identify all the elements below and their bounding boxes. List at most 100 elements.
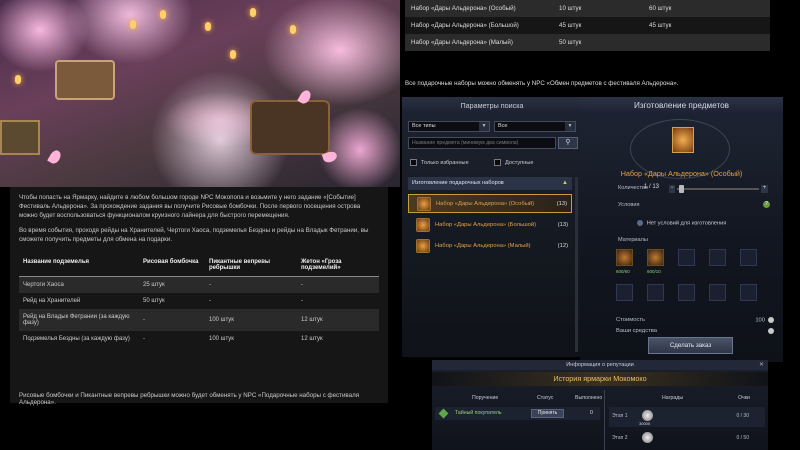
empty-slot: [740, 284, 757, 301]
second-select-value: Все: [498, 123, 508, 129]
checkbox-box: [410, 159, 417, 166]
cell: -: [143, 336, 145, 342]
chevron-up-icon: ▲: [562, 180, 568, 186]
cell: 25 штук: [139, 276, 205, 293]
no-conditions-text: Нет условий для изготовления: [646, 220, 727, 227]
coin-icon: [642, 432, 653, 443]
quantity-stepper[interactable]: 1 / 13 − +: [644, 184, 769, 194]
gift-box-icon: [416, 217, 430, 232]
chevron-down-icon: ▼: [565, 122, 575, 131]
paragraph-quest: Чтобы попасть на Ярмарку, найдите в любо…: [19, 194, 361, 219]
table-row: Рейд на Хранителей 50 штук - -: [19, 293, 379, 309]
lantern: [250, 8, 256, 17]
table-row: Набор «Дары Альдерона» (Большой) 45 штук…: [405, 17, 770, 34]
col-rice-bomb: Рисовая бомбочка: [139, 254, 205, 277]
market-stall: [55, 60, 115, 100]
cell: -: [205, 276, 297, 293]
material-amount: 600/10: [647, 269, 661, 274]
empty-slot: [678, 249, 695, 266]
recipe-name: Набор «Дары Альдерона» (Особый): [436, 200, 535, 207]
cell: 12 штук: [297, 309, 379, 331]
quantity-value: 1 / 13: [644, 184, 660, 190]
table-row: Набор «Дары Альдерона» (Малый) 50 штук: [405, 34, 770, 51]
only-favorites-label: Только избранные: [421, 159, 469, 166]
reputation-header: Информация о репутации: [432, 360, 768, 370]
my-funds-label: Ваши средства: [616, 328, 657, 334]
search-input[interactable]: Название предмета (минимум два символа): [408, 137, 556, 149]
category-label: Изготовление подарочных наборов: [412, 180, 504, 186]
recipe-count: (12): [557, 242, 568, 249]
cell: -: [209, 298, 211, 304]
material-ribs-icon[interactable]: [647, 249, 664, 266]
cell: Набор «Дары Альдерона» (Большой): [411, 22, 519, 29]
boat: [250, 100, 330, 155]
recipe-category[interactable]: Изготовление подарочных наборов ▲: [408, 177, 572, 190]
dungeon-table: Название подземелья Рисовая бомбочка Пик…: [19, 254, 379, 347]
place-order-button[interactable]: Сделать заказ: [648, 337, 733, 354]
close-icon[interactable]: ✕: [759, 361, 764, 368]
empty-slot: [709, 284, 726, 301]
gift-box-icon: [417, 196, 431, 211]
empty-slot: [740, 249, 757, 266]
quantity-slider-handle[interactable]: [679, 185, 684, 193]
minus-button[interactable]: −: [669, 185, 675, 193]
task-done: 0: [590, 410, 593, 416]
conditions-label: Условия: [618, 202, 640, 208]
reputation-panel: Информация о репутации ✕ История ярмарки…: [432, 360, 768, 450]
only-favorites-checkbox[interactable]: Только избранные: [410, 159, 469, 166]
material-amount: 600/60: [616, 269, 630, 274]
lantern: [290, 25, 296, 34]
available-checkbox[interactable]: Доступные: [494, 159, 533, 166]
search-button[interactable]: ⚲: [558, 137, 578, 149]
cell: Чертоги Хаоса: [19, 276, 139, 293]
quantity-slider-track[interactable]: [677, 188, 759, 190]
cell: 45 штук: [559, 22, 582, 29]
cell: Рейд на Владык Фетрании (за каждую фазу): [19, 309, 139, 331]
accept-button[interactable]: Принять: [531, 409, 564, 418]
recipe-count: (13): [556, 200, 567, 207]
recipe-item[interactable]: Набор «Дары Альдерона» (Особый) (13): [408, 194, 572, 213]
table-header-row: Название подземелья Рисовая бомбочка Пик…: [19, 254, 379, 277]
stage-amount: 30000: [639, 421, 651, 426]
col-ribs: Пикантные вепревы ребрышки: [205, 254, 297, 277]
material-rice-bomb-icon[interactable]: [616, 249, 633, 266]
cell: -: [297, 276, 379, 293]
type-select[interactable]: Все типы ▼: [408, 121, 490, 132]
coin-icon: [642, 410, 653, 421]
col-dungeon: Название подземелья: [19, 254, 139, 277]
silver-coin-icon: [768, 317, 774, 323]
help-icon[interactable]: ?: [763, 201, 770, 208]
stage-name: Этап 2: [612, 435, 628, 441]
recipe-item[interactable]: Набор «Дары Альдерона» (Большой) (13): [408, 215, 572, 234]
cost-value-wrap: 100: [755, 317, 774, 324]
stage-score: 0 / 50: [736, 435, 749, 441]
scrollbar[interactable]: [575, 177, 578, 352]
recipe-name: Набор «Дары Альдерона» (Малый): [435, 242, 531, 249]
cell: Набор «Дары Альдерона» (Особый): [411, 5, 516, 12]
cell: 12 штук: [301, 336, 323, 342]
info-icon: [636, 220, 643, 226]
paragraph-raids: Во время события, проходя рейды на Храни…: [19, 227, 369, 243]
recipe-name: Набор «Дары Альдерона» (Большой): [435, 221, 537, 228]
task-row: Тайный покупатель Принять 0: [435, 407, 600, 420]
empty-slot: [709, 249, 726, 266]
second-select[interactable]: Все ▼: [494, 121, 576, 132]
lantern: [15, 75, 21, 84]
recipe-item[interactable]: Набор «Дары Альдерона» (Малый) (12): [408, 236, 572, 255]
gift-box-icon: [416, 238, 430, 253]
type-select-value: Все типы: [412, 123, 436, 129]
cost-label: Стоимость: [616, 317, 646, 323]
crafting-panel: Изготовление предметов Набор «Дары Альде…: [580, 97, 783, 362]
plus-button[interactable]: +: [761, 185, 768, 193]
cell: Набор «Дары Альдерона» (Малый): [411, 39, 513, 46]
crafting-title: Изготовление предметов: [580, 97, 783, 115]
cell: 10 штук: [559, 5, 582, 12]
gift-set-table: Набор «Дары Альдерона» (Особый) 10 штук …: [405, 0, 770, 51]
table-row: Подземелья Бездны (за каждую фазу) - 100…: [19, 331, 379, 347]
table-row: Чертоги Хаоса 25 штук - -: [19, 276, 379, 293]
table-row: Набор «Дары Альдерона» (Особый) 10 штук …: [405, 0, 770, 17]
cell: 50 штук: [143, 298, 165, 304]
market-stall: [0, 120, 40, 155]
gift-box-icon: [672, 127, 694, 153]
col-status: Статус: [537, 395, 554, 401]
